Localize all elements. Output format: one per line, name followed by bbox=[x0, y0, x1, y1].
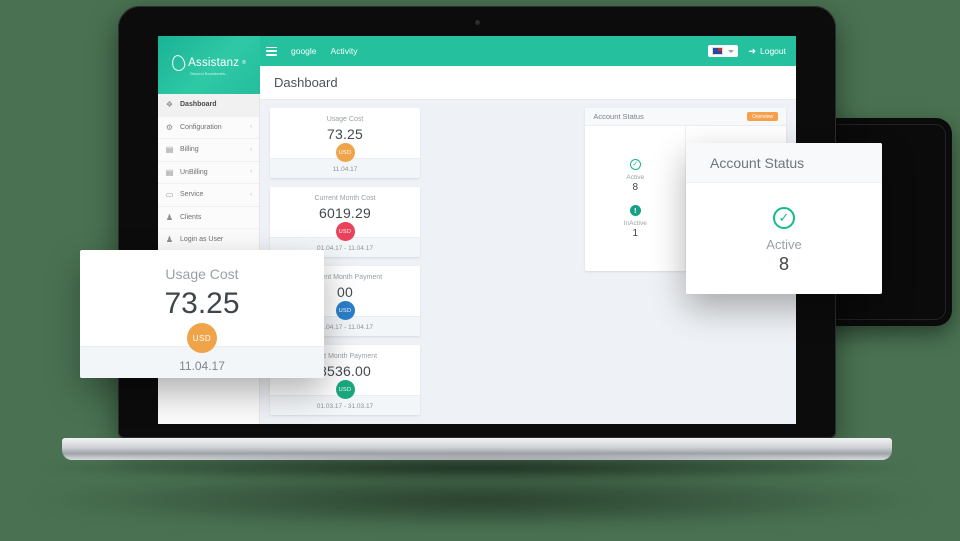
stat-card-usage-cost[interactable]: Usage Cost 73.25 USD 11.04.17 bbox=[270, 108, 420, 178]
overlay-label: Usage Cost bbox=[165, 266, 239, 282]
sidebar-item-clients[interactable]: ♟ Clients bbox=[158, 207, 259, 229]
sidebar-item-unbilling[interactable]: ▤ UnBilling ‹ bbox=[158, 162, 259, 184]
top-nav-left: google Activity bbox=[266, 36, 357, 66]
sidebar-label-dashboard: Dashboard bbox=[180, 101, 217, 109]
user-icon: ♟ bbox=[165, 235, 174, 245]
overlay-title: Account Status bbox=[710, 154, 805, 171]
page-title: Dashboard bbox=[274, 75, 338, 90]
stat-label: Usage Cost bbox=[326, 116, 364, 123]
status-count: 8 bbox=[632, 181, 639, 193]
sidebar-label-configuration: Configuration bbox=[180, 123, 222, 131]
alert-circle-icon: ! bbox=[629, 204, 641, 216]
billing-icon: ▤ bbox=[165, 145, 174, 155]
overlay-body: ✓ Active 8 bbox=[686, 183, 882, 275]
overview-button[interactable]: Overview bbox=[747, 112, 778, 121]
check-circle-icon: ✓ bbox=[773, 207, 795, 229]
language-selector[interactable] bbox=[708, 45, 739, 57]
monitor-icon: ▭ bbox=[165, 190, 174, 200]
currency-badge: USD bbox=[335, 143, 355, 162]
unbilling-icon: ▤ bbox=[165, 167, 174, 177]
logout-label: Logout bbox=[760, 46, 786, 56]
hamburger-icon[interactable] bbox=[266, 46, 277, 56]
currency-badge: USD bbox=[335, 380, 355, 399]
top-nav-right: ➜ Logout bbox=[708, 36, 786, 66]
logo-mark-icon bbox=[170, 53, 187, 72]
status-count: 1 bbox=[632, 227, 639, 239]
overlay-usage-cost-card[interactable]: Usage Cost 73.25 USD 11.04.17 bbox=[80, 250, 324, 378]
check-circle-icon: ✓ bbox=[629, 158, 641, 170]
panel-header: Account Status Overview bbox=[585, 108, 786, 126]
flag-icon bbox=[712, 47, 724, 55]
overlay-value: 73.25 bbox=[164, 287, 240, 320]
currency-badge: USD bbox=[335, 301, 355, 320]
sidebar-item-dashboard[interactable]: ❖ Dashboard bbox=[158, 94, 259, 117]
brand-logo[interactable]: Assistanz ® Beyond Boundaries.. bbox=[158, 36, 260, 94]
stat-label: Current Month Cost bbox=[314, 195, 376, 202]
sidebar-label-unbilling: UnBilling bbox=[180, 168, 208, 176]
panel-title: Account Status bbox=[593, 112, 644, 121]
nav-link-activity[interactable]: Activity bbox=[331, 46, 358, 56]
status-label: Active bbox=[626, 173, 645, 181]
stat-card-current-month-cost[interactable]: Current Month Cost 6019.29 USD 01.04.17 … bbox=[270, 187, 420, 257]
status-active[interactable]: ✓ Active 8 bbox=[626, 158, 645, 193]
logout-button[interactable]: ➜ Logout bbox=[748, 46, 786, 57]
nav-link-google[interactable]: google bbox=[291, 46, 317, 56]
settings-icon: ⚙ bbox=[165, 122, 174, 132]
floor-shadow bbox=[20, 470, 940, 530]
dashboard-icon: ❖ bbox=[165, 100, 174, 110]
chevron-left-icon: ‹ bbox=[250, 169, 252, 176]
overlay-status-count: 8 bbox=[778, 254, 789, 274]
sidebar-item-billing[interactable]: ▤ Billing ‹ bbox=[158, 139, 259, 162]
brand-tagline: Beyond Boundaries.. bbox=[190, 71, 228, 76]
chevron-left-icon: ‹ bbox=[250, 191, 252, 198]
overlay-status-label: Active bbox=[766, 237, 802, 252]
sidebar-label-login-as-user: Login as User bbox=[180, 236, 224, 244]
clients-icon: ♟ bbox=[165, 212, 174, 222]
registered-mark: ® bbox=[242, 59, 246, 66]
webcam-icon bbox=[474, 20, 480, 25]
sidebar-item-service[interactable]: ▭ Service ‹ bbox=[158, 184, 259, 207]
overlay-header: Account Status bbox=[686, 143, 882, 183]
chevron-left-icon: ‹ bbox=[250, 124, 252, 131]
sidebar-label-billing: Billing bbox=[180, 146, 199, 154]
chevron-down-icon bbox=[728, 49, 735, 53]
logout-icon: ➜ bbox=[748, 45, 756, 56]
overlay-account-status-card[interactable]: Account Status ✓ Active 8 bbox=[686, 143, 882, 294]
sidebar-item-login-as-user[interactable]: ♟ Login as User bbox=[158, 229, 259, 252]
currency-badge: USD bbox=[187, 323, 217, 353]
brand-name: Assistanz bbox=[188, 56, 240, 69]
sidebar-item-configuration[interactable]: ⚙ Configuration ‹ bbox=[158, 117, 259, 139]
status-label: InActive bbox=[623, 219, 647, 227]
currency-badge: USD bbox=[335, 222, 355, 241]
sidebar-label-service: Service bbox=[180, 191, 204, 199]
status-inactive[interactable]: ! InActive 1 bbox=[623, 204, 647, 239]
page-header: Dashboard bbox=[260, 66, 796, 100]
chevron-left-icon: ‹ bbox=[250, 146, 252, 153]
sidebar-label-clients: Clients bbox=[180, 213, 202, 221]
screenshot-stage: Assistanz ® Beyond Boundaries.. google A… bbox=[0, 0, 960, 541]
account-status-column: ✓ Active 8 ! InActive 1 bbox=[585, 126, 685, 271]
